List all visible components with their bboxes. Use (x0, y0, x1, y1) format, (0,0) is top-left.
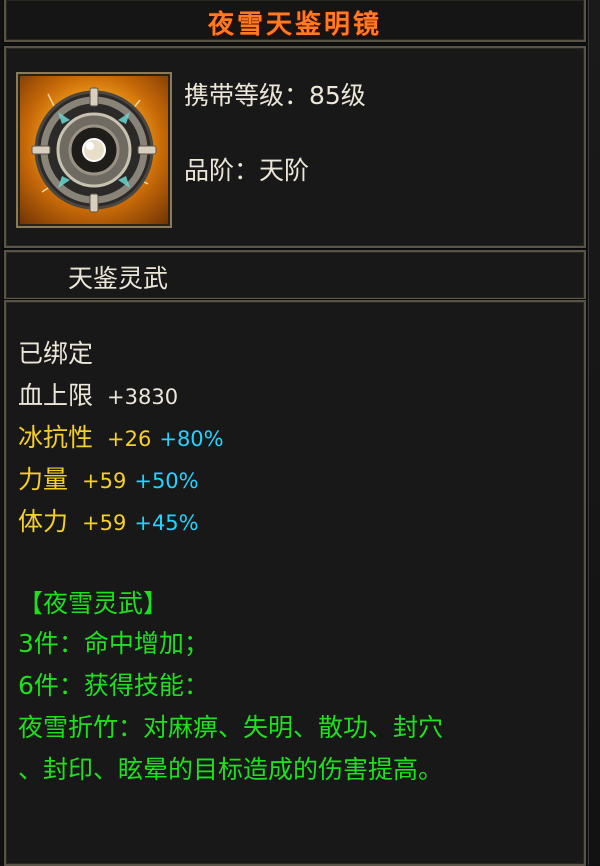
stat-value: +59 (82, 511, 127, 535)
series-name: 天鉴灵武 (68, 264, 169, 293)
stat-value: +3830 (107, 385, 179, 409)
stat-strength: 力量 +59 +50% (18, 460, 199, 496)
stat-value: +59 (82, 469, 127, 493)
stat-value: +26 (107, 427, 152, 451)
bound-status: 已绑定 (18, 339, 94, 368)
item-name: 夜雪天鉴明镜 (207, 10, 382, 40)
tooltip-title-bar: 夜雪天鉴明镜 (4, 0, 586, 42)
stat-percent: +45% (134, 511, 199, 535)
grade-text: 品阶：天阶 (184, 156, 310, 185)
set-bonus-6-piece: 6件：获得技能： (18, 671, 209, 700)
item-summary-panel: 携带等级：85级 品阶：天阶 (4, 46, 586, 248)
series-bar: 天鉴灵武 (4, 250, 586, 300)
carry-level-text: 携带等级：85级 (184, 81, 366, 110)
set-title: 【夜雪灵武】 (18, 589, 169, 618)
stat-vitality: 体力 +59 +45% (18, 502, 199, 538)
stat-percent: +80% (159, 427, 224, 451)
stat-hp: 血上限 +3830 (18, 376, 178, 412)
stat-label: 血上限 (18, 381, 94, 410)
stat-percent: +50% (134, 469, 199, 493)
attribute-panel: 已绑定 血上限 +3830 冰抗性 +26 +80% 力量 +59 +50% 体力 +59 +… (4, 300, 586, 866)
set-bonus-3-piece: 3件：命中增加； (18, 629, 209, 658)
mirror-shield-icon (16, 72, 172, 228)
skill-description-line-1: 夜雪折竹：对麻痹、失明、散功、封穴 (18, 713, 444, 742)
stat-label: 冰抗性 (18, 423, 94, 452)
stat-label: 力量 (18, 465, 69, 494)
stat-ice-resist: 冰抗性 +26 +80% (18, 418, 224, 454)
skill-description-line-2: 、封印、眩晕的目标造成的伤害提高。 (18, 755, 444, 784)
background-window-edge (588, 0, 600, 865)
stat-label: 体力 (18, 507, 69, 536)
